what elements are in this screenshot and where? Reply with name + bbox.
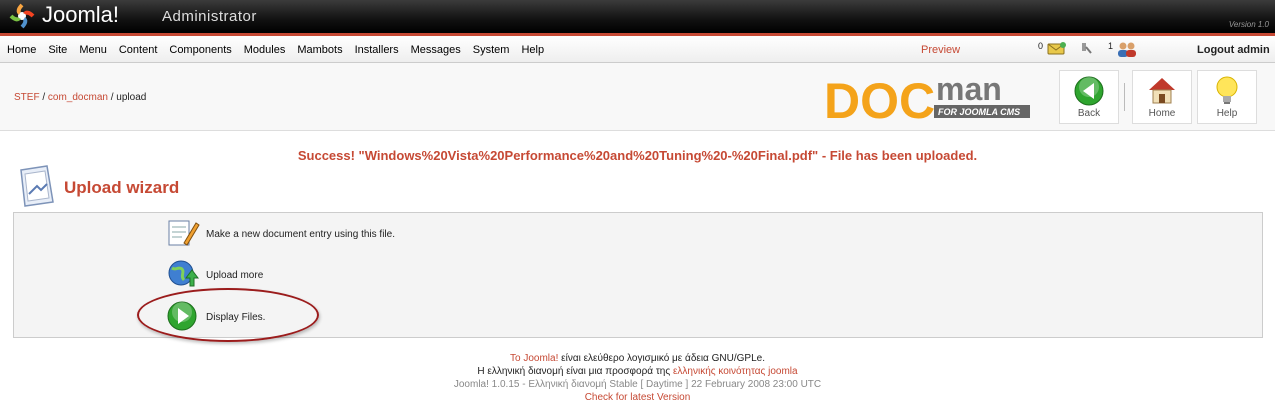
success-message: Success! "Windows%20Vista%20Performance%…: [297, 148, 978, 163]
lightbulb-icon: [1216, 76, 1238, 104]
joomla-logo-icon: [9, 3, 35, 29]
home-label: Home: [1148, 108, 1176, 119]
menu-item-modules[interactable]: Modules: [244, 44, 286, 56]
greek-community-link[interactable]: ελληνικής κοινότητας joomla: [673, 366, 798, 377]
menu-item-messages[interactable]: Messages: [411, 44, 461, 56]
version-tag: Version 1.0: [1228, 20, 1269, 29]
top-header: Joomla! Administrator Version 1.0: [0, 0, 1275, 33]
docman-logo-man: man: [936, 71, 1002, 107]
checkin-icon[interactable]: [1080, 41, 1092, 55]
new-document-link[interactable]: Make a new document entry using this fil…: [206, 229, 395, 240]
help-button[interactable]: Help: [1197, 70, 1257, 124]
upload-wizard-icon: [20, 165, 54, 207]
logout-link[interactable]: Logout admin: [1197, 44, 1270, 56]
menu-item-system[interactable]: System: [473, 44, 510, 56]
toolbar-area: STEF / com_docman / upload DOC man FOR J…: [0, 63, 1275, 131]
breadcrumb: STEF / com_docman / upload: [14, 92, 146, 103]
breadcrumb-current: upload: [116, 92, 147, 103]
breadcrumb-separator: /: [39, 92, 48, 103]
footer-community-text: Η ελληνική διανομή είναι μια προσφορά τη…: [477, 366, 673, 377]
menu-item-mambots[interactable]: Mambots: [297, 44, 342, 56]
footer-line-2: Η ελληνική διανομή είναι μια προσφορά τη…: [0, 365, 1275, 378]
back-arrow-icon: [1074, 76, 1104, 106]
breadcrumb-com-docman[interactable]: com_docman: [48, 92, 108, 103]
back-button[interactable]: Back: [1059, 70, 1119, 124]
joomla-link[interactable]: To Joomla!: [510, 353, 558, 364]
main-menu-bar: Home Site Menu Content Components Module…: [0, 36, 1275, 63]
messages-count: 0: [1038, 41, 1044, 51]
toolbar-separator: [1124, 83, 1125, 111]
preview-link[interactable]: Preview: [921, 44, 960, 56]
docman-logo: DOC man FOR JOOMLA CMS: [824, 71, 1030, 126]
breadcrumb-stef[interactable]: STEF: [14, 92, 40, 103]
main-menu: Home Site Menu Content Components Module…: [7, 44, 556, 56]
menu-item-site[interactable]: Site: [48, 44, 67, 56]
footer-line-1: To Joomla! είναι ελεύθερο λογισμικό με ά…: [0, 352, 1275, 365]
footer: To Joomla! είναι ελεύθερο λογισμικό με ά…: [0, 352, 1275, 404]
messages-icon[interactable]: [1045, 41, 1067, 55]
admin-label: Administrator: [162, 8, 257, 25]
menu-item-components[interactable]: Components: [169, 44, 231, 56]
footer-version-info: Joomla! 1.0.15 - Ελληνική διανομή Stable…: [453, 379, 822, 390]
brand-name: Joomla!: [42, 2, 120, 27]
menu-item-menu[interactable]: Menu: [79, 44, 107, 56]
highlight-ellipse: [137, 288, 319, 342]
menu-item-home[interactable]: Home: [7, 44, 36, 56]
house-icon: [1149, 78, 1175, 104]
users-icon[interactable]: [1116, 41, 1138, 57]
globe-upload-icon: [168, 260, 199, 287]
home-button[interactable]: Home: [1132, 70, 1192, 124]
menu-item-content[interactable]: Content: [119, 44, 158, 56]
docman-logo-tagline: FOR JOOMLA CMS: [938, 107, 1020, 117]
menu-item-help[interactable]: Help: [521, 44, 544, 56]
upload-more-link[interactable]: Upload more: [206, 270, 263, 281]
help-label: Help: [1216, 108, 1238, 119]
edit-document-icon: [168, 220, 200, 246]
menu-item-installers[interactable]: Installers: [355, 44, 399, 56]
check-version-link[interactable]: Check for latest Version: [585, 392, 691, 403]
page-title: Upload wizard: [64, 178, 180, 197]
docman-logo-doc: DOC: [824, 73, 935, 126]
back-label: Back: [1077, 108, 1101, 119]
footer-license-text: είναι ελεύθερο λογισμικό με άδεια GNU/GP…: [558, 353, 765, 364]
users-count: 1: [1108, 41, 1114, 51]
